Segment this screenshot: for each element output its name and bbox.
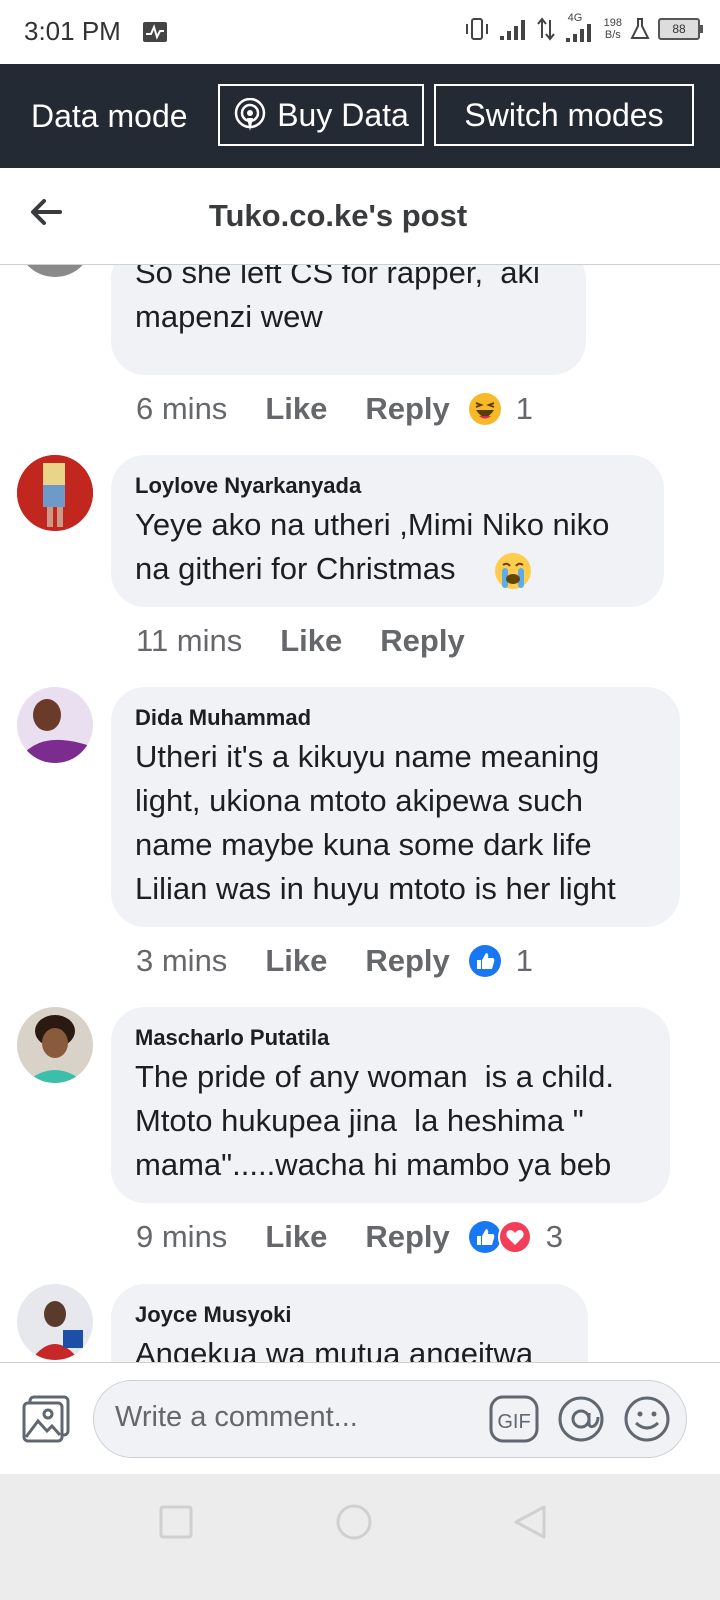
signal-4g-icon (565, 24, 591, 42)
speed-value: 198 (603, 17, 622, 29)
comment-author[interactable]: Loylove Nyarkanyada (135, 473, 361, 499)
reactions[interactable]: 3 (468, 1219, 563, 1255)
comment-input[interactable]: Write a comment... GIF (93, 1380, 687, 1458)
recent-apps-icon[interactable] (158, 1504, 194, 1540)
comment-actions: 9 mins Like Reply 3 (136, 1219, 563, 1255)
avatar-photo (17, 1284, 93, 1360)
like-button[interactable]: Like (280, 623, 342, 659)
reactions[interactable]: 1 (468, 943, 533, 979)
broadcast-icon (234, 98, 266, 131)
back-icon[interactable] (512, 1504, 548, 1540)
comment-text: Angekua wa mutua angeitwa (135, 1336, 534, 1362)
gif-icon[interactable]: GIF (489, 1395, 539, 1443)
signal-icon (499, 20, 525, 40)
switch-modes-button[interactable]: Switch modes (434, 84, 694, 146)
comment-author[interactable]: Joyce Musyoki (135, 1302, 292, 1328)
reply-button[interactable]: Reply (365, 943, 449, 979)
reactions[interactable]: 1 (468, 391, 533, 427)
comment-author[interactable]: Dida Muhammad (135, 705, 311, 731)
reply-button[interactable]: Reply (380, 623, 464, 659)
reaction-count: 3 (545, 1219, 564, 1254)
home-icon[interactable] (334, 1502, 374, 1542)
avatar-photo (17, 687, 93, 763)
reply-button[interactable]: Reply (365, 391, 449, 427)
comment-text: So she left CS for rapper, aki mapenzi w… (135, 265, 540, 334)
comment-time: 3 mins (136, 943, 228, 978)
comment-bubble[interactable]: Dida Muhammad Utheri it's a kikuyu name … (111, 687, 680, 927)
comment-actions: 6 mins Like Reply 1 (136, 391, 533, 427)
data-mode-label: Data mode (31, 98, 188, 134)
data-transfer-icon (536, 17, 555, 41)
buy-data-button[interactable]: Buy Data (218, 84, 424, 146)
like-button[interactable]: Like (265, 943, 327, 979)
comment-composer: Write a comment... GIF (0, 1362, 720, 1475)
like-button[interactable]: Like (265, 1219, 327, 1255)
svg-text:GIF: GIF (497, 1411, 530, 1433)
buy-data-label: Buy Data (277, 96, 409, 133)
vibrate-icon (465, 18, 488, 40)
comment-time: 11 mins (136, 623, 243, 658)
avatar[interactable] (17, 1007, 93, 1083)
avatar[interactable] (17, 265, 93, 277)
status-time: 3:01 PM (24, 16, 121, 46)
comment-text: Utheri it's a kikuyu name meaning light,… (135, 739, 616, 906)
like-button[interactable]: Like (265, 391, 327, 427)
switch-modes-label: Switch modes (464, 96, 664, 133)
page-title: Tuko.co.ke's post (208, 198, 468, 233)
love-icon (497, 1220, 532, 1254)
reaction-count: 1 (515, 391, 534, 426)
avatar[interactable] (17, 1284, 93, 1360)
comment-time: 6 mins (136, 391, 228, 426)
photo-icon[interactable] (20, 1393, 72, 1445)
haha-icon (468, 393, 501, 425)
reaction-count: 1 (515, 943, 534, 978)
like-icon (468, 945, 501, 977)
avatar[interactable] (17, 455, 93, 531)
battery-indicator: 88 (658, 18, 703, 40)
mention-icon[interactable] (556, 1395, 606, 1443)
network-speed: 198 B/s (604, 17, 622, 41)
comment-time: 9 mins (136, 1219, 228, 1254)
comments-list: So she left CS for rapper, aki mapenzi w… (0, 265, 720, 1362)
lab-flask-icon (630, 18, 650, 39)
comment-actions: 3 mins Like Reply 1 (136, 943, 533, 979)
comment-bubble[interactable]: Joyce Musyoki Angekua wa mutua angeitwa (111, 1284, 588, 1362)
system-navigation-bar (0, 1474, 720, 1600)
comment-text: The pride of any woman is a child. Mtoto… (135, 1059, 615, 1182)
reply-button[interactable]: Reply (365, 1219, 449, 1255)
comment-text: Yeye ako na utheri ,Mimi Niko niko na gi… (135, 507, 610, 586)
avatar[interactable] (17, 687, 93, 763)
avatar-photo (17, 455, 93, 531)
status-bar: 3:01 PM 4G 198 B/s 88 (0, 0, 720, 64)
emoji-icon[interactable] (622, 1395, 672, 1443)
comment-author[interactable]: Mascharlo Putatila (135, 1025, 329, 1051)
like-icon (468, 1221, 501, 1253)
network-signal: 4G (564, 12, 596, 44)
activity-icon (143, 22, 167, 42)
data-mode-bar: Data mode Buy Data Switch modes (0, 64, 720, 168)
crying-face-icon (495, 553, 531, 589)
comment-bubble[interactable]: So she left CS for rapper, aki mapenzi w… (111, 265, 586, 375)
avatar-photo (17, 1007, 93, 1083)
comment-bubble[interactable]: Mascharlo Putatila The pride of any woma… (111, 1007, 670, 1203)
comment-actions: 11 mins Like Reply (136, 623, 465, 659)
speed-unit: B/s (604, 29, 621, 41)
comment-placeholder: Write a comment... (115, 1401, 358, 1433)
comment-bubble[interactable]: Loylove Nyarkanyada Yeye ako na utheri ,… (111, 455, 664, 607)
post-header: Tuko.co.ke's post (0, 168, 720, 265)
status-indicators: 4G 198 B/s 88 (464, 12, 703, 44)
